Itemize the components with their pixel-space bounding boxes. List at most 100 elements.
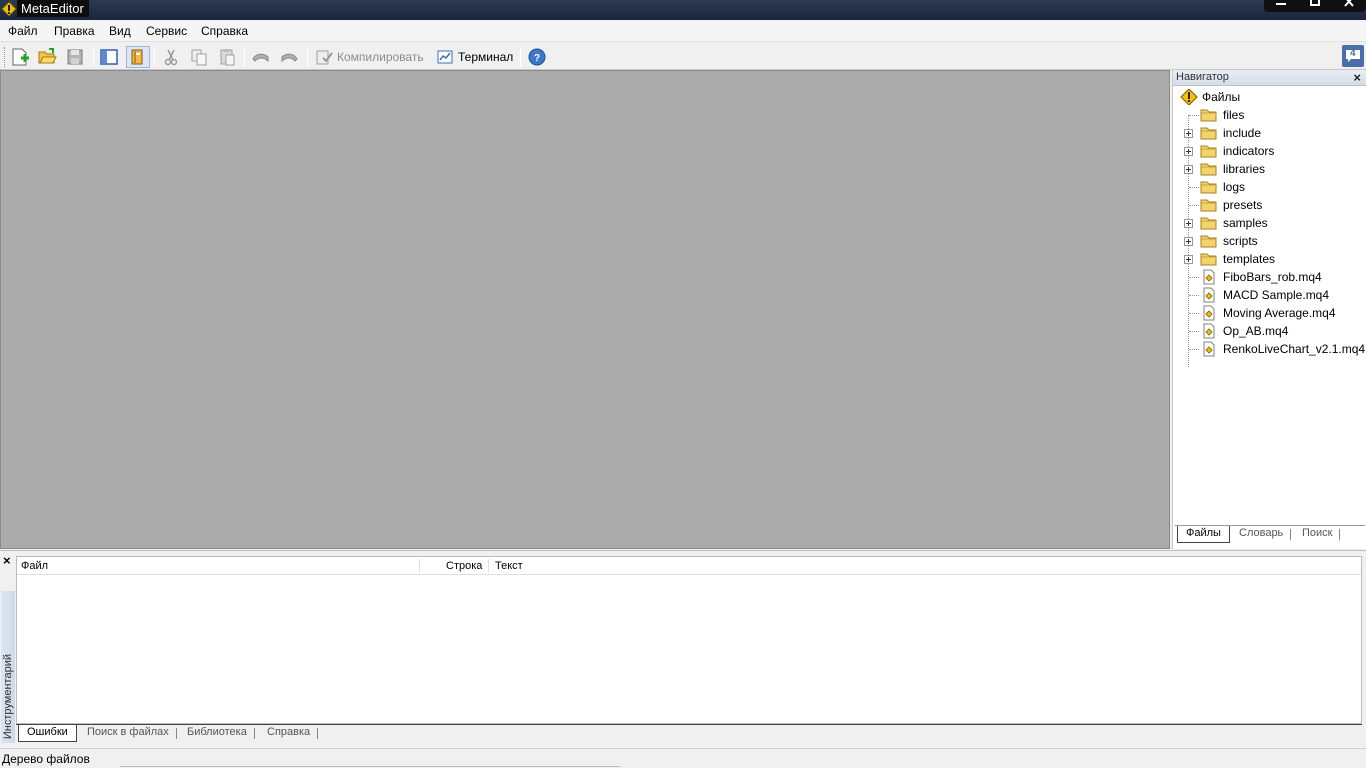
tree-folder-item[interactable]: indicators [1173,142,1366,160]
cut-button[interactable] [161,46,181,68]
tab-help[interactable]: Справка [259,725,319,742]
toolbar-grip[interactable] [4,47,7,67]
errors-table-header: Файл Строка Текст [17,557,1361,575]
menu-file[interactable]: Файл [8,24,38,38]
redo-button[interactable] [278,46,300,68]
copy-button[interactable] [189,46,209,68]
open-folder-icon [38,48,57,64]
expand-toggle[interactable] [1184,147,1193,156]
tree-item-label: libraries [1223,162,1266,176]
toggle-navigator-button[interactable] [98,46,120,68]
toolbar: Компилировать Терминал ? 4 [0,43,1366,70]
tab-library[interactable]: Библиотека [179,725,255,742]
toolbox-title: Инструментарий [2,653,14,739]
menu-service[interactable]: Сервис [146,24,187,38]
mq4-file-icon [1203,341,1215,357]
folder-icon [1200,253,1217,266]
tree-file-item[interactable]: MACD Sample.mq4 [1173,286,1366,304]
navigator-tabs: Файлы Словарь Поиск [1175,525,1365,545]
toolbar-separator [520,47,521,67]
copy-icon [191,49,207,66]
terminal-button[interactable]: Терминал [436,46,513,68]
compile-label: Компилировать [337,50,424,64]
close-button[interactable] [1334,0,1364,11]
expand-toggle[interactable] [1184,219,1193,228]
tree-folder-item[interactable]: templates [1173,250,1366,268]
tree-item-label: Op_AB.mq4 [1223,324,1289,338]
editor-workspace[interactable] [0,70,1170,549]
compile-button[interactable]: Компилировать [315,46,424,68]
tab-dictionary-label: Словарь [1239,527,1284,539]
expand-toggle[interactable] [1184,165,1193,174]
column-file[interactable]: Файл [21,560,48,572]
errors-table: Файл Строка Текст [16,556,1362,724]
folder-icon [1200,163,1217,176]
open-file-button[interactable] [37,46,57,68]
navigator-close-button[interactable]: × [1353,70,1361,85]
toolbox-close-button[interactable]: × [3,553,11,568]
column-divider[interactable] [419,559,420,573]
tree-folder-item[interactable]: presets [1173,196,1366,214]
menu-view[interactable]: Вид [109,24,131,38]
tab-search[interactable]: Поиск [1294,526,1341,543]
tree-folder-item[interactable]: logs [1173,178,1366,196]
column-line[interactable]: Строка [446,560,482,572]
minimize-button[interactable] [1266,0,1296,11]
tree-file-item[interactable]: Op_AB.mq4 [1173,322,1366,340]
tree-root[interactable]: Файлы [1173,88,1366,106]
tree-folder-item[interactable]: files [1173,106,1366,124]
tree-folder-item[interactable]: scripts [1173,232,1366,250]
window-controls [1264,0,1366,12]
tree-file-item[interactable]: FiboBars_rob.mq4 [1173,268,1366,286]
close-icon [1344,0,1354,7]
tab-files-label: Файлы [1186,527,1221,539]
tree-item-label: Moving Average.mq4 [1223,306,1336,320]
svg-text:?: ? [534,53,540,64]
tab-library-label: Библиотека [187,726,247,738]
tree-connector [1189,187,1199,188]
tab-find-in-files[interactable]: Поиск в файлах [79,725,177,742]
tree-item-label: indicators [1223,144,1275,158]
chat-button[interactable]: 4 [1342,45,1364,67]
tree-folder-item[interactable]: samples [1173,214,1366,232]
status-bar: Дерево файлов [0,748,1366,768]
column-divider[interactable] [488,559,489,573]
new-file-button[interactable] [10,46,30,68]
tree-file-item[interactable]: RenkoLiveChart_v2.1.mq4 [1173,340,1366,358]
tab-find-in-files-label: Поиск в файлах [87,726,169,738]
new-file-icon [12,48,29,66]
tree-connector [1189,277,1199,278]
expand-toggle[interactable] [1184,255,1193,264]
tree-folder-item[interactable]: libraries [1173,160,1366,178]
navigator-title: Навигатор [1176,71,1229,83]
column-text[interactable]: Текст [495,560,523,572]
warning-diamond-icon [1180,89,1198,105]
expand-toggle[interactable] [1184,237,1193,246]
help-icon: ? [528,48,546,66]
maximize-button[interactable] [1300,0,1330,11]
folder-icon [1200,109,1217,122]
tab-dictionary[interactable]: Словарь [1231,526,1292,543]
tree-file-item[interactable]: Moving Average.mq4 [1173,304,1366,322]
menu-help[interactable]: Справка [201,24,248,38]
tree-folder-item[interactable]: include [1173,124,1366,142]
tree-connector [1189,313,1199,314]
toggle-toolbox-button[interactable] [126,46,150,68]
save-button[interactable] [65,46,85,68]
toolbar-separator [93,47,94,67]
menu-edit[interactable]: Правка [54,24,95,38]
toolbar-separator [244,47,245,67]
chat-badge: 4 [1350,48,1356,59]
navigator-header: Навигатор × [1173,70,1366,86]
save-icon [67,49,83,65]
tree-item-label: scripts [1223,234,1258,248]
tree-connector [1189,295,1199,296]
undo-button[interactable] [250,46,272,68]
folder-icon [1200,181,1217,194]
paste-button[interactable] [217,46,237,68]
expand-toggle[interactable] [1184,129,1193,138]
tree-item-label: RenkoLiveChart_v2.1.mq4 [1223,342,1366,356]
help-button[interactable]: ? [527,46,547,68]
tab-errors[interactable]: Ошибки [18,725,77,742]
tab-files[interactable]: Файлы [1177,526,1230,543]
